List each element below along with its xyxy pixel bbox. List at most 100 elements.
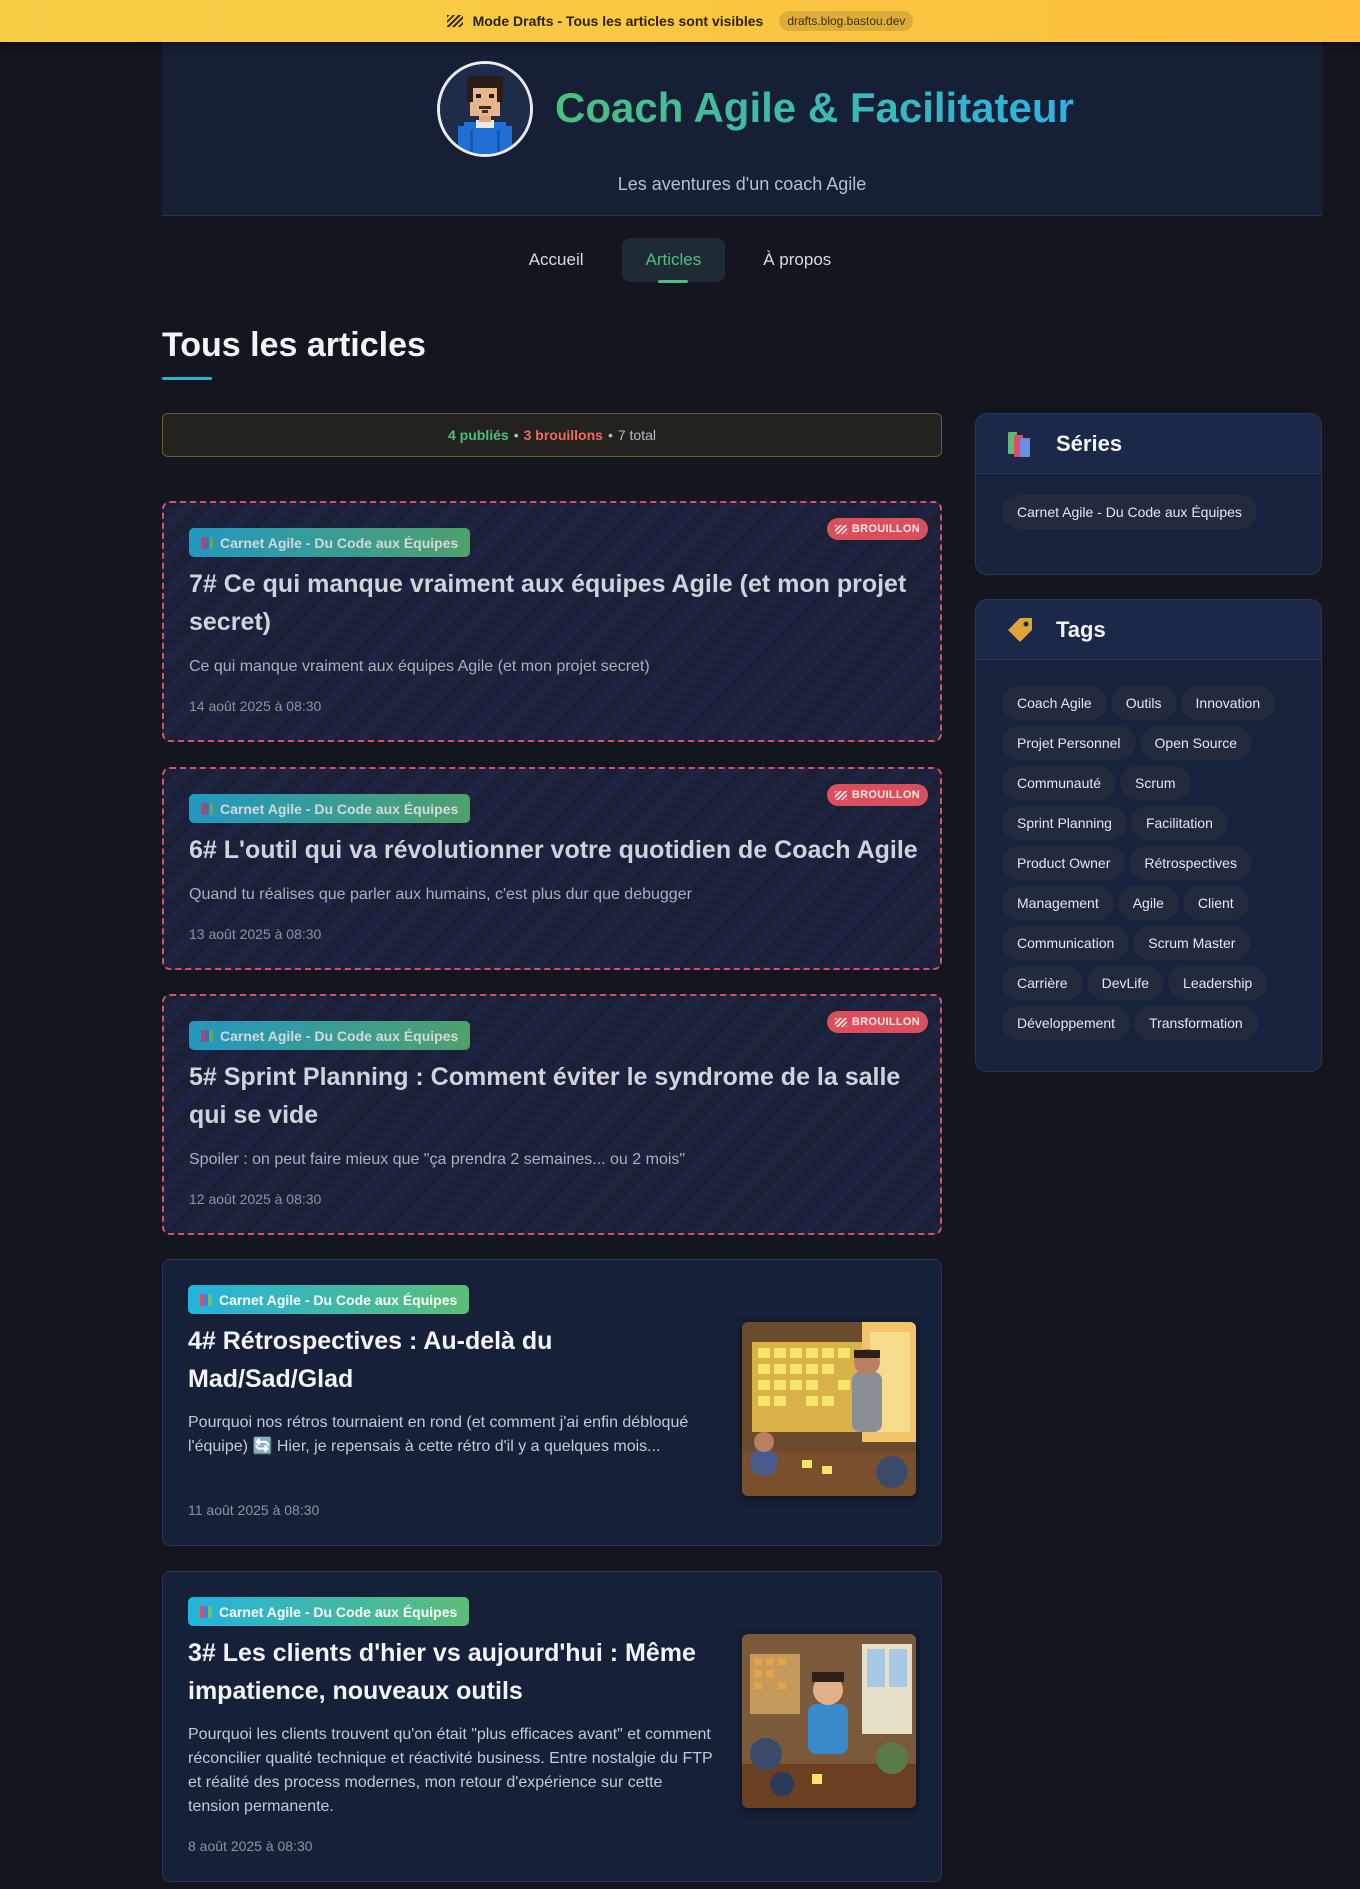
article-date: 13 août 2025 à 08:30 xyxy=(189,926,322,942)
site-title[interactable]: Coach Agile & Facilitateur xyxy=(555,84,1074,132)
draft-badge: BROUILLON xyxy=(826,784,928,806)
retrospective-thumbnail-icon[interactable] xyxy=(742,1322,916,1496)
tag-chip[interactable]: Outils xyxy=(1110,686,1177,720)
tag-chip[interactable]: Communication xyxy=(1002,926,1130,960)
site-header: Coach Agile & Facilitateur Les aventures… xyxy=(162,42,1322,216)
tag-chip[interactable]: Management xyxy=(1002,886,1114,920)
series-badge-label: Carnet Agile - Du Code aux Équipes xyxy=(220,534,459,551)
article-excerpt: Pourquoi nos rétros tournaient en rond (… xyxy=(188,1411,733,1459)
draft-hatch-icon xyxy=(834,1017,847,1027)
tag-icon xyxy=(1004,616,1036,644)
tag-chip[interactable]: Carrière xyxy=(1002,966,1083,1000)
page-title: Tous les articles xyxy=(162,326,426,364)
books-icon xyxy=(201,536,213,549)
draft-badge-label: BROUILLON xyxy=(851,523,920,535)
books-icon xyxy=(201,802,213,815)
tag-chip[interactable]: Innovation xyxy=(1180,686,1276,720)
article-stats-bar: 4 publiés • 3 brouillons • 7 total xyxy=(162,413,942,457)
tag-chip[interactable]: Scrum Master xyxy=(1133,926,1251,960)
article-excerpt: Pourquoi les clients trouvent qu'on étai… xyxy=(188,1726,713,1815)
tag-chip[interactable]: Facilitation xyxy=(1130,806,1228,840)
nav-item-a-propos[interactable]: À propos xyxy=(739,238,855,282)
series-chip[interactable]: Carnet Agile - Du Code aux Équipes xyxy=(1002,495,1257,529)
series-badge-label: Carnet Agile - Du Code aux Équipes xyxy=(219,1603,458,1620)
article-excerpt: Quand tu réalises que parler aux humains… xyxy=(189,886,692,903)
sidebar-series-header: Séries xyxy=(976,414,1321,474)
repeat-emoji-icon: 🔄 xyxy=(252,1438,273,1455)
tag-chip[interactable]: Agile xyxy=(1117,886,1179,920)
article-date: 14 août 2025 à 08:30 xyxy=(189,698,322,714)
article-card[interactable]: Carnet Agile - Du Code aux Équipes 3# Le… xyxy=(162,1571,942,1882)
article-card-draft[interactable]: Carnet Agile - Du Code aux Équipes BROUI… xyxy=(162,994,942,1235)
draft-badge: BROUILLON xyxy=(826,1011,928,1033)
draft-hatch-icon xyxy=(446,15,463,27)
total-count: 7 total xyxy=(617,427,656,443)
tag-chip[interactable]: Communauté xyxy=(1002,766,1117,800)
published-count: 4 publiés xyxy=(448,427,509,443)
article-date: 12 août 2025 à 08:30 xyxy=(189,1191,322,1207)
article-card-draft[interactable]: Carnet Agile - Du Code aux Équipes BROUI… xyxy=(162,767,942,970)
tags-list: Coach Agile Outils Innovation Projet Person… xyxy=(976,660,1321,1060)
tag-chip[interactable]: Rétrospectives xyxy=(1129,846,1252,880)
tag-chip[interactable]: Projet Personnel xyxy=(1002,726,1136,760)
article-title[interactable]: 6# L'outil qui va révolutionner votre qu… xyxy=(189,831,919,869)
books-icon xyxy=(201,1029,213,1042)
article-excerpt: Spoiler : on peut faire mieux que "ça pr… xyxy=(189,1151,686,1168)
banner-domain-badge: drafts.blog.bastou.dev xyxy=(779,11,914,31)
tag-chip[interactable]: Coach Agile xyxy=(1002,686,1107,720)
stats-separator: • xyxy=(513,427,519,443)
client-meeting-thumbnail-icon[interactable] xyxy=(742,1634,916,1808)
draft-badge-label: BROUILLON xyxy=(851,1016,920,1028)
main-nav: Accueil Articles À propos xyxy=(0,238,1360,283)
title-underline xyxy=(162,377,212,380)
sidebar-series-title: Séries xyxy=(1056,430,1123,456)
article-date: 11 août 2025 à 08:30 xyxy=(188,1502,320,1518)
tag-chip[interactable]: Sprint Planning xyxy=(1002,806,1127,840)
article-card[interactable]: Carnet Agile - Du Code aux Équipes 4# Ré… xyxy=(162,1259,942,1546)
drafts-mode-banner: Mode Drafts - Tous les articles sont vis… xyxy=(0,0,1360,42)
article-excerpt: Ce qui manque vraiment aux équipes Agile… xyxy=(189,658,650,675)
draft-hatch-icon xyxy=(834,524,847,534)
stats-separator: • xyxy=(607,427,613,443)
series-list: Carnet Agile - Du Code aux Équipes xyxy=(976,474,1321,555)
series-badge[interactable]: Carnet Agile - Du Code aux Équipes xyxy=(189,1021,471,1050)
series-badge-label: Carnet Agile - Du Code aux Équipes xyxy=(219,1291,458,1308)
tag-chip[interactable]: Product Owner xyxy=(1002,846,1126,880)
article-card-draft[interactable]: Carnet Agile - Du Code aux Équipes BROUI… xyxy=(162,501,942,742)
series-badge[interactable]: Carnet Agile - Du Code aux Équipes xyxy=(188,1285,470,1314)
banner-text: Mode Drafts - Tous les articles sont vis… xyxy=(472,13,764,29)
sidebar-tags-box: Tags Coach Agile Outils Innovation Projet P… xyxy=(975,599,1322,1072)
article-date: 8 août 2025 à 08:30 xyxy=(188,1838,313,1854)
tag-chip[interactable]: Leadership xyxy=(1168,966,1268,1000)
series-badge-label: Carnet Agile - Du Code aux Équipes xyxy=(220,1027,459,1044)
books-icon xyxy=(200,1605,212,1618)
sidebar-tags-header: Tags xyxy=(976,600,1321,660)
draft-hatch-icon xyxy=(834,790,847,800)
books-icon xyxy=(200,1293,212,1306)
tag-chip[interactable]: Développement xyxy=(1002,1006,1131,1040)
draft-badge-label: BROUILLON xyxy=(851,789,920,801)
sidebar-tags-title: Tags xyxy=(1056,616,1106,642)
series-badge[interactable]: Carnet Agile - Du Code aux Équipes xyxy=(189,794,471,823)
article-title[interactable]: 7# Ce qui manque vraiment aux équipes Ag… xyxy=(189,565,909,641)
series-badge[interactable]: Carnet Agile - Du Code aux Équipes xyxy=(188,1597,470,1626)
series-badge-label: Carnet Agile - Du Code aux Équipes xyxy=(220,800,459,817)
tag-chip[interactable]: Scrum xyxy=(1120,766,1191,800)
pixel-avatar-icon xyxy=(440,64,530,154)
books-icon xyxy=(1004,430,1036,458)
excerpt-text: Hier, je repensais à cette rétro d'il y … xyxy=(276,1438,661,1455)
avatar[interactable] xyxy=(437,61,533,157)
series-badge[interactable]: Carnet Agile - Du Code aux Équipes xyxy=(189,528,471,557)
article-title[interactable]: 4# Rétrospectives : Au-delà du Mad/Sad/G… xyxy=(188,1322,718,1398)
tag-chip[interactable]: Transformation xyxy=(1134,1006,1258,1040)
article-title[interactable]: 5# Sprint Planning : Comment éviter le s… xyxy=(189,1058,909,1134)
sidebar-series-box: Séries Carnet Agile - Du Code aux Équipe… xyxy=(975,413,1322,575)
tag-chip[interactable]: Client xyxy=(1182,886,1249,920)
article-title[interactable]: 3# Les clients d'hier vs aujourd'hui : M… xyxy=(188,1634,718,1710)
tag-chip[interactable]: Open Source xyxy=(1139,726,1253,760)
nav-item-accueil[interactable]: Accueil xyxy=(505,238,608,282)
drafts-count: 3 brouillons xyxy=(523,427,603,443)
tag-chip[interactable]: DevLife xyxy=(1086,966,1165,1000)
draft-badge: BROUILLON xyxy=(826,518,928,540)
nav-item-articles[interactable]: Articles xyxy=(621,238,726,283)
